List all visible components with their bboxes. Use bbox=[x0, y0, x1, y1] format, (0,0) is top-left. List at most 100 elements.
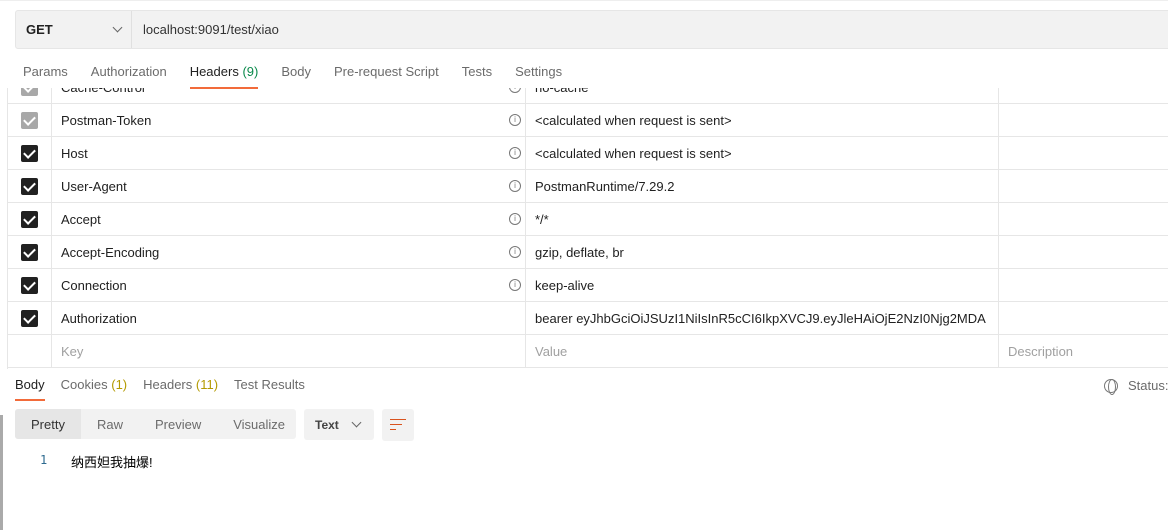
info-icon[interactable]: i bbox=[509, 180, 521, 192]
view-pretty[interactable]: Pretty bbox=[15, 409, 81, 439]
tab-authorization[interactable]: Authorization bbox=[91, 64, 167, 89]
header-description[interactable] bbox=[999, 236, 1168, 268]
tab-tests[interactable]: Tests bbox=[462, 64, 492, 89]
header-value-text: <calculated when request is sent> bbox=[535, 145, 732, 161]
header-row: Cache-Control i no-cache bbox=[8, 88, 1168, 104]
tab-label: Cookies bbox=[60, 377, 108, 392]
header-key-text: Postman-Token bbox=[61, 112, 152, 128]
header-value[interactable]: gzip, deflate, br bbox=[526, 236, 999, 268]
info-icon[interactable]: i bbox=[509, 114, 521, 126]
tab-label: Headers bbox=[143, 377, 193, 392]
tab-params[interactable]: Params bbox=[23, 64, 68, 89]
header-enabled-checkbox[interactable] bbox=[21, 276, 38, 294]
view-preview[interactable]: Preview bbox=[139, 409, 217, 439]
tab-pre-request-script[interactable]: Pre-request Script bbox=[334, 64, 439, 89]
tab-label: Headers bbox=[189, 64, 239, 79]
header-row: Accept-Encoding i gzip, deflate, br bbox=[8, 236, 1168, 269]
view-raw[interactable]: Raw bbox=[81, 409, 139, 439]
view-visualize[interactable]: Visualize bbox=[217, 409, 301, 439]
view-mode-selector: Pretty Raw Preview Visualize bbox=[15, 409, 296, 439]
header-value[interactable]: no-cache bbox=[526, 88, 999, 103]
header-enabled-checkbox[interactable] bbox=[21, 309, 38, 327]
chevron-down-icon bbox=[351, 417, 362, 428]
header-description[interactable] bbox=[999, 203, 1168, 235]
header-description[interactable] bbox=[999, 170, 1168, 202]
key-input[interactable]: Key bbox=[52, 335, 526, 367]
header-key-text: Cache-Control bbox=[61, 88, 145, 95]
response-tabs: Body Cookies (1) Headers (11) Test Resul… bbox=[15, 377, 321, 401]
method-label: GET bbox=[26, 22, 53, 37]
header-value[interactable]: bearer eyJhbGciOiJSUzI1NiIsInR5cCI6IkpXV… bbox=[526, 302, 999, 334]
header-value[interactable]: */* bbox=[526, 203, 999, 235]
header-key[interactable]: Accept i bbox=[52, 203, 526, 235]
checkbox-cell bbox=[8, 137, 52, 169]
checkbox-cell bbox=[8, 335, 52, 367]
header-key[interactable]: Host i bbox=[52, 137, 526, 169]
format-label: Text bbox=[315, 417, 339, 432]
header-description[interactable] bbox=[999, 88, 1168, 103]
method-select[interactable]: GET bbox=[16, 11, 132, 48]
chevron-down-icon bbox=[112, 22, 123, 33]
info-icon[interactable]: i bbox=[509, 246, 521, 258]
url-bar: GET localhost:9091/test/xiao bbox=[15, 10, 1168, 49]
response-tab-cookies[interactable]: Cookies (1) bbox=[61, 377, 127, 401]
header-key[interactable]: User-Agent i bbox=[52, 170, 526, 202]
checkbox-cell bbox=[8, 236, 52, 268]
header-enabled-checkbox[interactable] bbox=[21, 88, 38, 96]
header-row: Accept i */* bbox=[8, 203, 1168, 236]
header-row: Host i <calculated when request is sent> bbox=[8, 137, 1168, 170]
info-icon[interactable]: i bbox=[509, 147, 521, 159]
header-key[interactable]: Accept-Encoding i bbox=[52, 236, 526, 268]
tab-body[interactable]: Body bbox=[281, 64, 311, 89]
header-enabled-checkbox[interactable] bbox=[21, 111, 38, 129]
checkbox-cell bbox=[8, 104, 52, 136]
header-key[interactable]: Postman-Token i bbox=[52, 104, 526, 136]
header-key-text: Connection bbox=[61, 277, 127, 293]
header-row: Postman-Token i <calculated when request … bbox=[8, 104, 1168, 137]
response-tab-body[interactable]: Body bbox=[15, 377, 45, 401]
info-icon[interactable]: i bbox=[509, 88, 521, 93]
header-description[interactable] bbox=[999, 302, 1168, 334]
header-value[interactable]: <calculated when request is sent> bbox=[526, 137, 999, 169]
header-description[interactable] bbox=[999, 269, 1168, 301]
new-header-row: Key Value Description bbox=[8, 335, 1168, 368]
header-value-text: keep-alive bbox=[535, 277, 595, 293]
header-description[interactable] bbox=[999, 137, 1168, 169]
top-divider bbox=[0, 0, 1168, 1]
header-enabled-checkbox[interactable] bbox=[21, 210, 38, 228]
response-tab-test-results[interactable]: Test Results bbox=[234, 377, 305, 401]
checkbox-cell bbox=[8, 203, 52, 235]
tab-settings[interactable]: Settings bbox=[515, 64, 562, 89]
header-value[interactable]: keep-alive bbox=[526, 269, 999, 301]
header-row: User-Agent i PostmanRuntime/7.29.2 bbox=[8, 170, 1168, 203]
checkbox-cell bbox=[8, 170, 52, 202]
url-input[interactable]: localhost:9091/test/xiao bbox=[132, 11, 279, 48]
request-tabs: Params Authorization Headers (9) Body Pr… bbox=[23, 64, 585, 89]
header-value-text: PostmanRuntime/7.29.2 bbox=[535, 178, 675, 194]
info-icon[interactable]: i bbox=[509, 213, 521, 225]
response-body-text: 纳西妲我抽爆! bbox=[71, 455, 153, 470]
header-value-text: no-cache bbox=[535, 88, 588, 95]
header-key[interactable]: Cache-Control i bbox=[52, 88, 526, 103]
header-key[interactable]: Connection i bbox=[52, 269, 526, 301]
tab-headers[interactable]: Headers (9) bbox=[189, 64, 258, 89]
wrap-lines-button[interactable] bbox=[382, 409, 414, 441]
status-label: Status: bbox=[1128, 378, 1168, 393]
header-value-text: bearer eyJhbGciOiJSUzI1NiIsInR5cCI6IkpXV… bbox=[535, 310, 986, 326]
checkbox-cell bbox=[8, 269, 52, 301]
response-tab-headers[interactable]: Headers (11) bbox=[143, 377, 218, 401]
header-enabled-checkbox[interactable] bbox=[21, 177, 38, 195]
header-enabled-checkbox[interactable] bbox=[21, 243, 38, 261]
header-enabled-checkbox[interactable] bbox=[21, 144, 38, 162]
value-input[interactable]: Value bbox=[526, 335, 999, 367]
header-value[interactable]: <calculated when request is sent> bbox=[526, 104, 999, 136]
format-select[interactable]: Text bbox=[304, 409, 374, 440]
header-key[interactable]: Authorization bbox=[52, 302, 526, 334]
description-input[interactable]: Description bbox=[999, 335, 1168, 367]
header-value-text: <calculated when request is sent> bbox=[535, 112, 732, 128]
scrollbar[interactable] bbox=[0, 415, 3, 530]
info-icon[interactable]: i bbox=[509, 279, 521, 291]
globe-icon[interactable] bbox=[1104, 378, 1118, 395]
header-description[interactable] bbox=[999, 104, 1168, 136]
header-value[interactable]: PostmanRuntime/7.29.2 bbox=[526, 170, 999, 202]
